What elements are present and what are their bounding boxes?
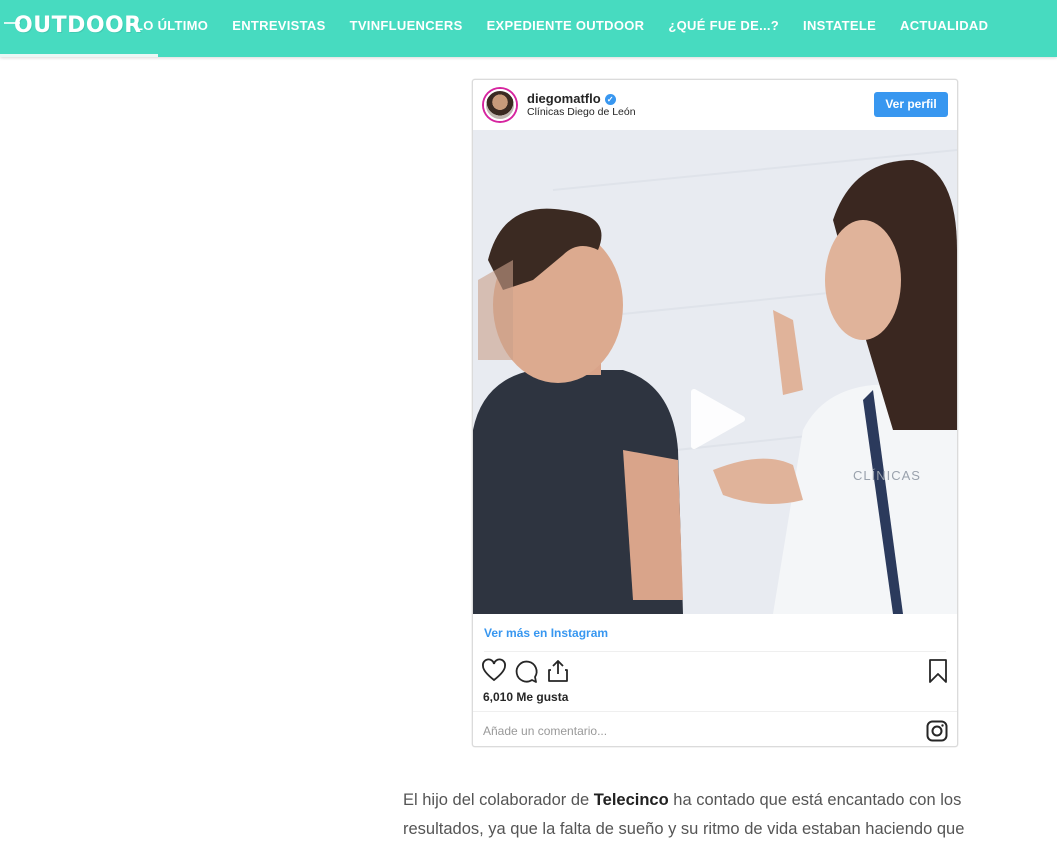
share-icon[interactable] xyxy=(545,658,571,684)
nav-tvinfluencers[interactable]: TVINFLUENCERS xyxy=(350,18,463,33)
video-scene: CLÍNICAS xyxy=(473,130,957,614)
view-more-instagram-link[interactable]: Ver más en Instagram xyxy=(484,626,608,640)
embed-header: diegomatflo ✓ Clínicas Diego de León Ver … xyxy=(473,80,957,130)
play-icon[interactable] xyxy=(688,388,746,450)
embed-actions xyxy=(473,658,957,686)
nav-entrevistas[interactable]: ENTREVISTAS xyxy=(232,18,325,33)
video-thumbnail[interactable]: CLÍNICAS xyxy=(473,130,957,614)
coat-logo-text: CLÍNICAS xyxy=(853,468,921,483)
comment-input[interactable]: Añade un comentario... xyxy=(483,724,607,738)
article-paragraph: El hijo del colaborador de Telecinco ha … xyxy=(403,786,1023,844)
logo-stripe xyxy=(4,22,20,24)
embed-username[interactable]: diegomatflo xyxy=(527,91,601,106)
top-navbar: OUTDOOR LO ÚLTIMO ENTREVISTAS TVINFLUENC… xyxy=(0,0,1057,57)
embed-username-row[interactable]: diegomatflo ✓ xyxy=(527,91,616,106)
divider xyxy=(484,651,946,652)
comment-icon[interactable] xyxy=(513,658,539,684)
verified-icon: ✓ xyxy=(604,94,616,106)
likes-count[interactable]: 6,010 Me gusta xyxy=(483,690,568,704)
active-nav-underline xyxy=(0,54,158,57)
nav-actualidad[interactable]: ACTUALIDAD xyxy=(900,18,988,33)
divider xyxy=(473,711,957,712)
para-text-start: El hijo del colaborador de xyxy=(403,791,594,809)
view-profile-button[interactable]: Ver perfil xyxy=(874,92,948,117)
nav-que-fue-de[interactable]: ¿QUÉ FUE DE...? xyxy=(668,18,779,33)
nav-expediente-outdoor[interactable]: EXPEDIENTE OUTDOOR xyxy=(487,18,645,33)
embed-location[interactable]: Clínicas Diego de León xyxy=(527,106,636,118)
site-logo[interactable]: OUTDOOR xyxy=(4,10,141,42)
instagram-icon[interactable] xyxy=(926,720,948,742)
heart-icon[interactable] xyxy=(481,658,507,684)
nav-lo-ultimo[interactable]: LO ÚLTIMO xyxy=(135,18,208,33)
avatar[interactable] xyxy=(484,89,516,121)
para-bold-telecinco: Telecinco xyxy=(593,791,669,809)
nav-instatele[interactable]: INSTATELE xyxy=(803,18,876,33)
logo-text: OUTDOOR xyxy=(14,13,142,38)
bookmark-icon[interactable] xyxy=(925,658,951,684)
instagram-embed: diegomatflo ✓ Clínicas Diego de León Ver … xyxy=(472,79,958,747)
main-nav: LO ÚLTIMO ENTREVISTAS TVINFLUENCERS EXPE… xyxy=(135,0,1012,50)
